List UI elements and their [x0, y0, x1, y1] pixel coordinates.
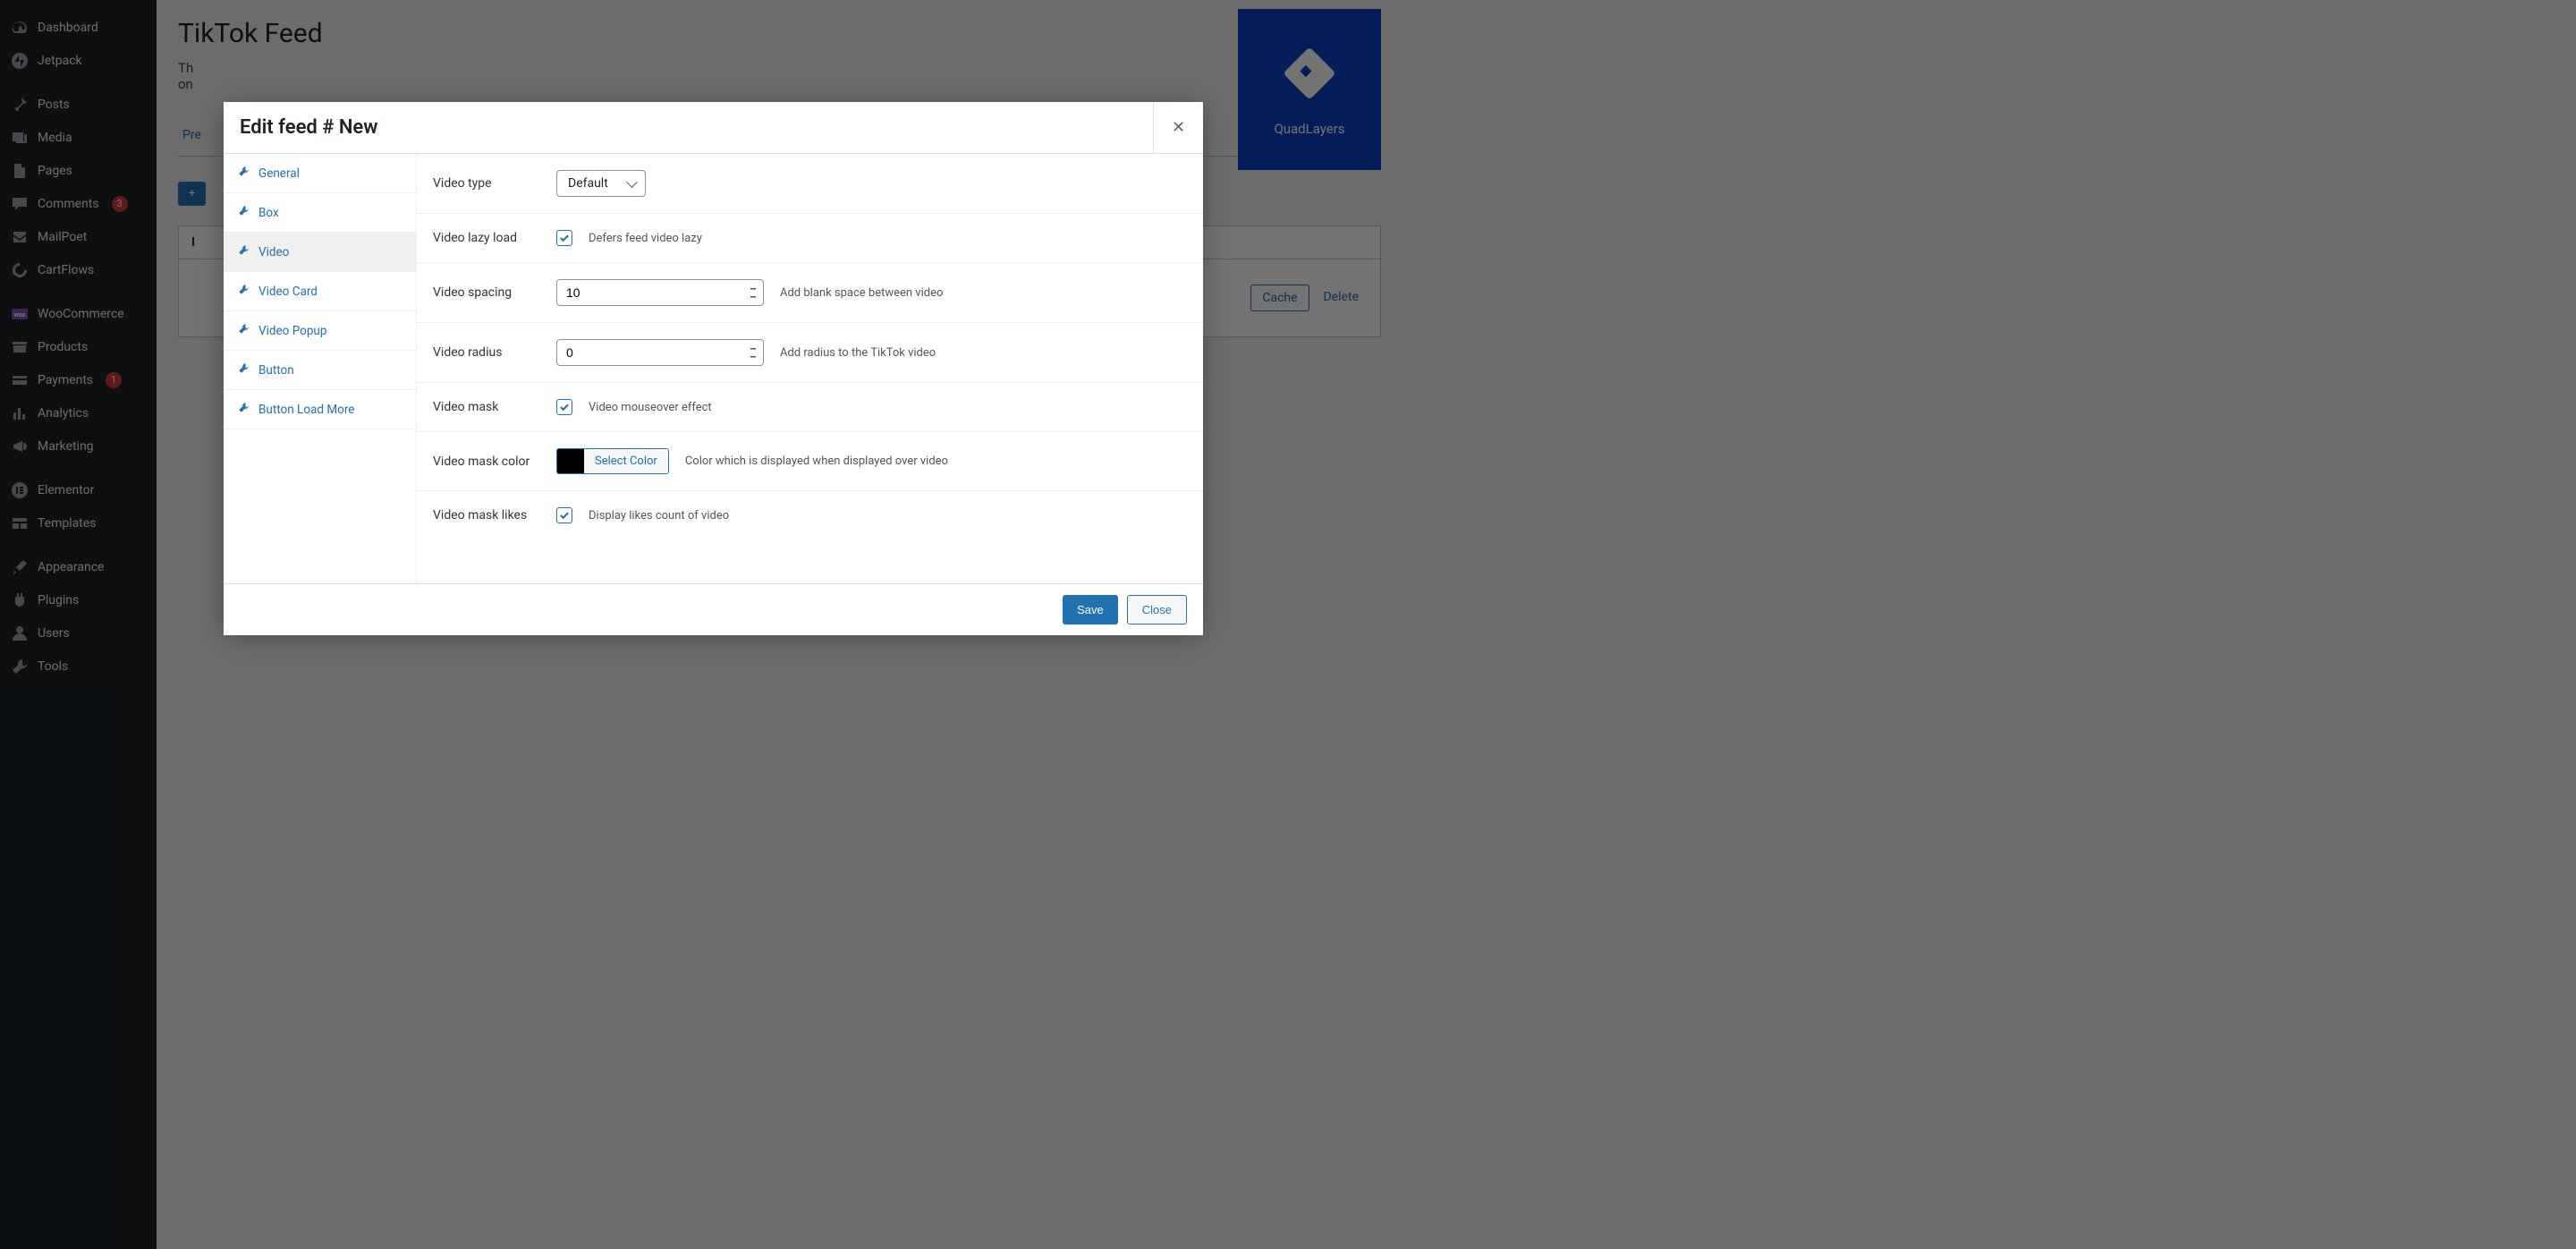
modal-tab-label: Button [258, 363, 294, 378]
field-video-mask: Video mask Video mouseover effect [417, 383, 1203, 432]
select-value: Default [568, 176, 608, 191]
check-icon [558, 509, 571, 522]
form-label: Video lazy load [433, 231, 540, 245]
field-video-radius: Video radius Add radius to the TikTok vi… [417, 323, 1203, 383]
form-label: Video spacing [433, 285, 540, 300]
modal-tab-general[interactable]: General [224, 154, 416, 193]
field-video-mask-color: Video mask color Select Color Color whic… [417, 432, 1203, 491]
video-radius-input[interactable] [556, 339, 764, 366]
modal-sidebar: General Box Video Video Card Video Popup… [224, 154, 417, 583]
modal-form: Video type Default Video lazy load Defer… [417, 154, 1203, 583]
modal-tab-video-popup[interactable]: Video Popup [224, 311, 416, 351]
help-text: Video mouseover effect [589, 401, 712, 414]
field-video-mask-likes: Video mask likes Display likes count of … [417, 491, 1203, 540]
modal-tab-label: Video [258, 245, 289, 259]
modal-tab-label: Box [258, 206, 279, 220]
modal-footer: Save Close [224, 583, 1203, 635]
modal-header: Edit feed # New ✕ [224, 102, 1203, 154]
close-icon: ✕ [1172, 118, 1185, 137]
form-label: Video mask [433, 400, 540, 414]
video-mask-likes-checkbox[interactable] [556, 507, 572, 523]
modal-close-button[interactable]: ✕ [1153, 103, 1203, 153]
modal-tab-box[interactable]: Box [224, 193, 416, 233]
wrench-icon [238, 323, 250, 338]
color-picker[interactable]: Select Color [556, 448, 669, 474]
wrench-icon [238, 284, 250, 299]
video-mask-checkbox[interactable] [556, 399, 572, 415]
field-video-spacing: Video spacing Add blank space between vi… [417, 263, 1203, 323]
video-type-select[interactable]: Default [556, 170, 646, 197]
check-icon [558, 401, 571, 413]
help-text: Add radius to the TikTok video [780, 346, 936, 360]
wrench-icon [238, 166, 250, 181]
wrench-icon [238, 205, 250, 220]
help-text: Color which is displayed when displayed … [685, 455, 948, 468]
save-button[interactable]: Save [1063, 595, 1118, 624]
field-video-type: Video type Default [417, 154, 1203, 214]
form-label: Video type [433, 176, 540, 191]
modal-tab-video[interactable]: Video [224, 233, 416, 272]
modal-tab-button[interactable]: Button [224, 351, 416, 390]
wrench-icon [238, 244, 250, 259]
modal-tab-video-card[interactable]: Video Card [224, 272, 416, 311]
modal-tab-label: Video Card [258, 285, 318, 299]
modal-title: Edit feed # New [224, 102, 394, 153]
modal-tab-label: General [258, 166, 300, 181]
modal-tab-label: Button Load More [258, 403, 354, 417]
modal-tab-button-load-more[interactable]: Button Load More [224, 390, 416, 429]
video-lazy-checkbox[interactable] [556, 230, 572, 246]
select-color-button[interactable]: Select Color [584, 449, 668, 473]
wrench-icon [238, 362, 250, 378]
form-label: Video mask likes [433, 508, 540, 523]
form-label: Video mask color [433, 455, 540, 469]
close-button[interactable]: Close [1127, 595, 1187, 624]
field-video-lazy: Video lazy load Defers feed video lazy [417, 214, 1203, 263]
check-icon [558, 232, 571, 244]
help-text: Add blank space between video [780, 286, 943, 300]
help-text: Defers feed video lazy [589, 232, 702, 245]
color-swatch [557, 449, 584, 473]
form-label: Video radius [433, 345, 540, 360]
help-text: Display likes count of video [589, 509, 729, 523]
wrench-icon [238, 402, 250, 417]
edit-feed-modal: Edit feed # New ✕ General Box Video Vide… [224, 102, 1203, 635]
video-spacing-input[interactable] [556, 279, 764, 306]
modal-tab-label: Video Popup [258, 324, 326, 338]
